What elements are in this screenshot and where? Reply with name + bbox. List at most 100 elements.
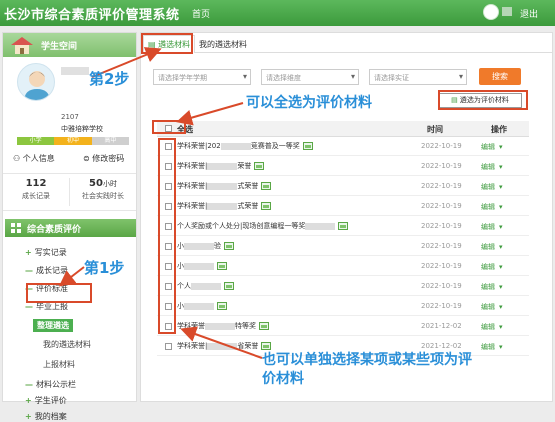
practice-hours-stat: 50小时 社会实践时长 [70, 178, 136, 201]
image-icon[interactable] [261, 202, 272, 210]
row-name-prefix: 个人 [177, 282, 191, 290]
image-icon[interactable] [217, 262, 227, 270]
stats-panel: 112 成长记录 50小时 社会实践时长 [3, 173, 136, 211]
row-material-name: 个人 [177, 281, 234, 291]
row-material-name: 个人奖励或个人处分|现场创意编程一等奖 [177, 221, 349, 231]
caret-down-icon[interactable]: ▾ [499, 143, 503, 151]
row-edit-link[interactable]: 编辑 ▾ [481, 202, 503, 212]
row-name-suffix: 验 [214, 242, 221, 250]
caret-down-icon[interactable]: ▾ [499, 223, 503, 231]
caret-down-icon[interactable]: ▾ [499, 163, 503, 171]
nav-header-label: 综合素质评价 [27, 225, 82, 235]
table-row: 小 2022-10-19 编辑 ▾ [157, 298, 529, 316]
row-name-redacted [184, 262, 214, 270]
annotation-single-line2: 价材料 [262, 371, 304, 387]
personal-info-link[interactable]: ⚇ 个人信息 [13, 153, 55, 164]
user-avatar-icon[interactable] [483, 4, 499, 20]
image-icon[interactable] [224, 242, 234, 250]
row-name-redacted [207, 162, 238, 170]
image-icon[interactable] [224, 282, 234, 290]
nav-item-archive[interactable]: + 我的档案 [25, 411, 67, 422]
table-row: 小验 2022-10-19 编辑 ▾ [157, 238, 529, 256]
row-edit-link[interactable]: 编辑 ▾ [481, 282, 503, 292]
growth-records-caption: 成长记录 [22, 192, 50, 200]
row-name-redacted [305, 222, 336, 230]
image-icon[interactable] [217, 302, 227, 310]
row-edit-link[interactable]: 编辑 ▾ [481, 162, 503, 172]
image-icon[interactable] [259, 322, 269, 330]
logout-link[interactable]: 退出 [520, 7, 538, 20]
row-name-prefix: 小 [177, 302, 184, 310]
image-icon[interactable] [261, 182, 272, 190]
caret-down-icon[interactable]: ▾ [499, 303, 503, 311]
student-avatar[interactable] [17, 63, 55, 101]
chevron-down-icon: ▾ [242, 72, 247, 81]
table-header: 全选 时间 操作 [157, 121, 529, 137]
annotation-single-line1: 也可以单独选择某项或某些项为评 [262, 352, 472, 368]
button-highlight-box [438, 90, 528, 110]
row-edit-link[interactable]: 编辑 ▾ [481, 242, 503, 252]
top-bar: 长沙市综合素质评价管理系统 首页 退出 [0, 0, 555, 26]
student-id: 2107 [61, 113, 79, 121]
grade-primary: 小学 [17, 137, 55, 145]
row-material-name: 小 [177, 301, 227, 311]
row-name-prefix: 学科荣誉 [177, 322, 205, 330]
annotation-select-all: 可以全选为评价材料 [246, 95, 372, 111]
nav-header[interactable]: 综合素质评价 [5, 219, 136, 237]
nav-item-student-eval[interactable]: + 学生评价 [25, 395, 67, 406]
caret-down-icon[interactable]: ▾ [499, 343, 503, 351]
term-select[interactable]: 请选择学年学期 ▾ [153, 69, 251, 85]
row-checkbox[interactable] [165, 343, 172, 350]
row-edit-link[interactable]: 编辑 ▾ [481, 182, 503, 192]
table-row: 学科荣誉 特等奖 2021-12-02 编辑 ▾ [157, 318, 529, 336]
user-icon: ⚇ [13, 154, 21, 163]
row-name-prefix: 小 [177, 262, 184, 270]
row-time: 2022-10-19 [421, 162, 462, 170]
table-row: 学科荣誉|202 竞赛普及一等奖 2022-10-19 编辑 ▾ [157, 138, 529, 156]
nav-item-growth[interactable]: — 成长记录 [25, 265, 68, 276]
caret-down-icon[interactable]: ▾ [499, 283, 503, 291]
dimension-select[interactable]: 请选择维度 ▾ [261, 69, 359, 85]
practice-hours-count: 50 [89, 178, 103, 189]
grade-junior: 初中 [54, 137, 92, 145]
row-time: 2022-10-19 [421, 202, 462, 210]
search-button[interactable]: 搜索 [479, 68, 521, 85]
row-name-redacted [207, 202, 238, 210]
nav-sub-organize[interactable]: 整理遴选 [33, 319, 73, 332]
row-edit-link[interactable]: 编辑 ▾ [481, 262, 503, 272]
image-icon[interactable] [302, 142, 313, 150]
change-password-link[interactable]: ⊜ 修改密码 [83, 153, 124, 164]
student-space-label: 学生空间 [41, 42, 78, 52]
caret-down-icon[interactable]: ▾ [499, 323, 503, 331]
chevron-down-icon: ▾ [350, 72, 355, 81]
table-row: 学科荣誉| 荣誉 2022-10-19 编辑 ▾ [157, 158, 529, 176]
nav-item-records[interactable]: + 写实记录 [25, 247, 67, 258]
row-edit-link[interactable]: 编辑 ▾ [481, 342, 503, 352]
row-name-prefix: 学科荣誉|202 [177, 142, 221, 150]
row-edit-link[interactable]: 编辑 ▾ [481, 302, 503, 312]
nav-item-bulletin[interactable]: — 材料公示栏 [25, 379, 76, 390]
row-edit-link[interactable]: 编辑 ▾ [481, 222, 503, 232]
col-operation: 操作 [491, 125, 507, 134]
nav-sub-my-materials[interactable]: 我的遴选材料 [43, 339, 91, 350]
item-select[interactable]: 请选择实证 ▾ [369, 69, 467, 85]
image-icon[interactable] [338, 222, 349, 230]
student-space-header: 学生空间 [3, 33, 136, 57]
caret-down-icon[interactable]: ▾ [499, 203, 503, 211]
row-name-prefix: 学科荣誉| [177, 342, 208, 350]
profile-links: ⚇ 个人信息 ⊜ 修改密码 [11, 153, 136, 165]
tab-my-materials[interactable]: 我的遴选材料 [199, 39, 247, 50]
table-row: 个人奖励或个人处分|现场创意编程一等奖 2022-10-19 编辑 ▾ [157, 218, 529, 236]
row-material-name: 学科荣誉 特等奖 [177, 321, 269, 331]
nav-sub-submit[interactable]: 上报材料 [43, 359, 75, 370]
caret-down-icon[interactable]: ▾ [499, 243, 503, 251]
caret-down-icon[interactable]: ▾ [499, 183, 503, 191]
row-time: 2022-10-19 [421, 222, 462, 230]
table-row: 学科荣誉| 式荣誉 2022-10-19 编辑 ▾ [157, 178, 529, 196]
home-link[interactable]: 首页 [192, 7, 210, 20]
row-edit-link[interactable]: 编辑 ▾ [481, 142, 503, 152]
image-icon[interactable] [254, 162, 265, 170]
caret-down-icon[interactable]: ▾ [499, 263, 503, 271]
chevron-down-icon: ▾ [458, 72, 463, 81]
row-edit-link[interactable]: 编辑 ▾ [481, 322, 503, 332]
